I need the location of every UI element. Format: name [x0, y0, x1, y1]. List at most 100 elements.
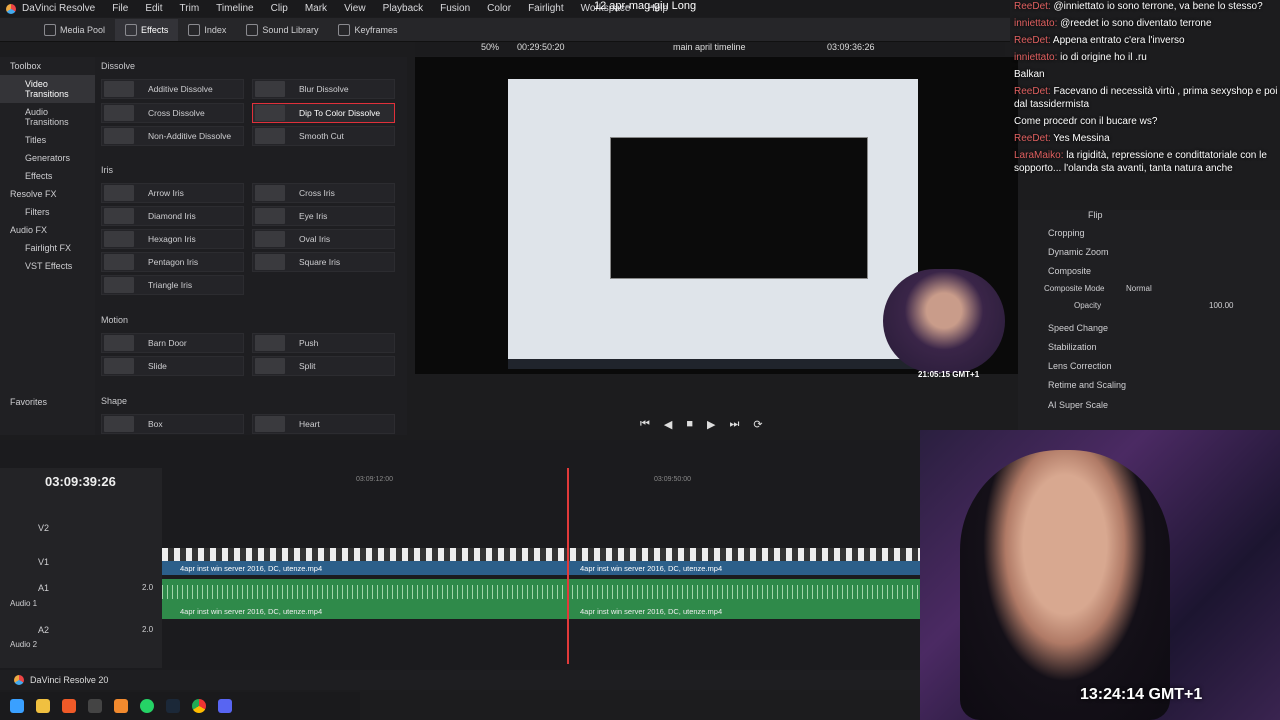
menu-view[interactable]: View	[344, 3, 366, 14]
inspector-panel: Flip Cropping Dynamic Zoom Composite Com…	[1018, 210, 1280, 432]
terminal-icon[interactable]	[88, 699, 102, 713]
menu-playback[interactable]: Playback	[383, 3, 424, 14]
fx-eye-iris[interactable]: Eye Iris	[252, 206, 395, 226]
fx-push[interactable]: Push	[252, 333, 395, 353]
sidebar-resolve-fx[interactable]: Resolve FX	[0, 185, 95, 203]
menu-timeline[interactable]: Timeline	[216, 3, 253, 14]
sidebar-favorites[interactable]: Favorites	[0, 393, 57, 411]
play-icon[interactable]: ▶	[707, 418, 715, 431]
fx-additive-dissolve[interactable]: Additive Dissolve	[101, 79, 244, 99]
media-pool-button[interactable]: Media Pool	[34, 19, 115, 41]
chat-message: ReeDet: Yes Messina	[1014, 133, 1110, 144]
sidebar-filters[interactable]: Filters	[0, 203, 95, 221]
track-a1-label[interactable]: A1	[38, 583, 49, 593]
fx-arrow-iris[interactable]: Arrow Iris	[101, 183, 244, 203]
sidebar-audio-transitions[interactable]: Audio Transitions	[0, 103, 95, 131]
fx-cross-dissolve[interactable]: Cross Dissolve	[101, 103, 244, 123]
timeline-name[interactable]: main april timeline	[673, 42, 746, 52]
track-v2-label[interactable]: V2	[38, 523, 49, 533]
effects-button[interactable]: Effects	[115, 18, 179, 41]
whatsapp-icon[interactable]	[140, 699, 154, 713]
composite-row[interactable]: Composite	[1048, 266, 1091, 276]
menu-mark[interactable]: Mark	[305, 3, 327, 14]
fx-oval-iris[interactable]: Oval Iris	[252, 229, 395, 249]
go-to-start-icon[interactable]: ⏮	[640, 418, 650, 431]
track-v1-label[interactable]: V1	[38, 557, 49, 567]
sublime-icon[interactable]	[114, 699, 128, 713]
lens-correction-row[interactable]: Lens Correction	[1048, 361, 1112, 371]
sidebar-vst-effects[interactable]: VST Effects	[0, 257, 95, 275]
index-button[interactable]: Index	[178, 19, 236, 41]
fx-non-additive-dissolve[interactable]: Non-Additive Dissolve	[101, 126, 244, 146]
fx-triangle-iris[interactable]: Triangle Iris	[101, 275, 244, 295]
loop-icon[interactable]: ⟳	[753, 418, 762, 431]
stop-icon[interactable]: ■	[686, 418, 693, 431]
track-a2-label[interactable]: A2	[38, 625, 49, 635]
sidebar-generators[interactable]: Generators	[0, 149, 95, 167]
cropping-row[interactable]: Cropping	[1048, 228, 1085, 238]
video-clip-label-bar: 4apr inst win server 2016, DC, utenze.mp…	[162, 561, 920, 575]
fx-split[interactable]: Split	[252, 356, 395, 376]
file-explorer-icon[interactable]	[36, 699, 50, 713]
chrome-icon[interactable]	[192, 699, 206, 713]
sidebar-effects[interactable]: Effects	[0, 167, 95, 185]
fx-cross-iris[interactable]: Cross Iris	[252, 183, 395, 203]
fx-square-iris[interactable]: Square Iris	[252, 252, 395, 272]
dynamic-zoom-row[interactable]: Dynamic Zoom	[1048, 247, 1109, 257]
sidebar-video-transitions[interactable]: Video Transitions	[0, 75, 95, 103]
fx-diamond-iris[interactable]: Diamond Iris	[101, 206, 244, 226]
ruler-tick-1: 03:09:12:00	[356, 476, 393, 483]
track-a2-name: Audio 2	[10, 640, 38, 649]
menu-fairlight[interactable]: Fairlight	[528, 3, 564, 14]
menu-file[interactable]: File	[112, 3, 128, 14]
stabilization-row[interactable]: Stabilization	[1048, 342, 1097, 352]
fx-barn-door[interactable]: Barn Door	[101, 333, 244, 353]
viewer-header: 50% 00:29:50:20 main april timeline 03:0…	[415, 42, 1005, 56]
opacity-value[interactable]: 100.00	[1209, 301, 1233, 310]
section-motion[interactable]: Motion	[101, 315, 128, 325]
retime-row[interactable]: Retime and Scaling	[1048, 380, 1126, 390]
windows-taskbar	[508, 359, 918, 369]
video-track-v1[interactable]: 4apr inst win server 2016, DC, utenze.mp…	[162, 548, 920, 575]
keyframes-button[interactable]: Keyframes	[328, 19, 407, 41]
windows-start-icon[interactable]	[10, 699, 24, 713]
section-shape[interactable]: Shape	[101, 396, 127, 406]
discord-icon[interactable]	[218, 699, 232, 713]
sidebar-audio-fx[interactable]: Audio FX	[0, 221, 95, 239]
fx-dip-to-color-dissolve[interactable]: Dip To Color Dissolve	[252, 103, 395, 123]
video-clip-thumbnails	[162, 548, 920, 561]
brave-browser-icon[interactable]	[62, 699, 76, 713]
speed-change-row[interactable]: Speed Change	[1048, 323, 1108, 333]
chat-message: inniettato: @reedet io sono diventato te…	[1014, 18, 1212, 29]
playhead[interactable]	[567, 468, 569, 664]
section-dissolve[interactable]: Dissolve	[101, 61, 135, 71]
menu-trim[interactable]: Trim	[180, 3, 200, 14]
section-iris[interactable]: Iris	[101, 165, 113, 175]
menu-fusion[interactable]: Fusion	[440, 3, 470, 14]
source-timecode: 00:29:50:20	[517, 42, 565, 52]
ai-super-scale-row[interactable]: AI Super Scale	[1048, 400, 1108, 410]
menu-clip[interactable]: Clip	[271, 3, 288, 14]
menu-color[interactable]: Color	[487, 3, 511, 14]
zoom-level[interactable]: 50%	[481, 42, 499, 52]
track-a2-level: 2.0	[142, 625, 154, 634]
composite-mode-select[interactable]: Normal	[1126, 284, 1152, 293]
index-icon	[188, 23, 201, 36]
program-viewer[interactable]: 21:05:15 GMT+1	[415, 57, 1018, 379]
sound-library-button[interactable]: Sound Library	[236, 19, 328, 41]
fx-smooth-cut[interactable]: Smooth Cut	[252, 126, 395, 146]
steam-icon[interactable]	[166, 699, 180, 713]
menu-edit[interactable]: Edit	[145, 3, 162, 14]
fx-slide[interactable]: Slide	[101, 356, 244, 376]
fx-pentagon-iris[interactable]: Pentagon Iris	[101, 252, 244, 272]
sidebar-titles[interactable]: Titles	[0, 131, 95, 149]
fx-box[interactable]: Box	[101, 414, 244, 434]
fx-heart[interactable]: Heart	[252, 414, 395, 434]
fx-hexagon-iris[interactable]: Hexagon Iris	[101, 229, 244, 249]
go-to-end-icon[interactable]: ⏭	[730, 418, 740, 431]
sidebar-toolbox[interactable]: Toolbox	[0, 57, 95, 75]
audio-track-a1[interactable]: 4apr inst win server 2016, DC, utenze.mp…	[162, 579, 920, 619]
step-back-icon[interactable]: ◀	[664, 418, 672, 431]
fx-blur-dissolve[interactable]: Blur Dissolve	[252, 79, 395, 99]
sidebar-fairlight-fx[interactable]: Fairlight FX	[0, 239, 95, 257]
